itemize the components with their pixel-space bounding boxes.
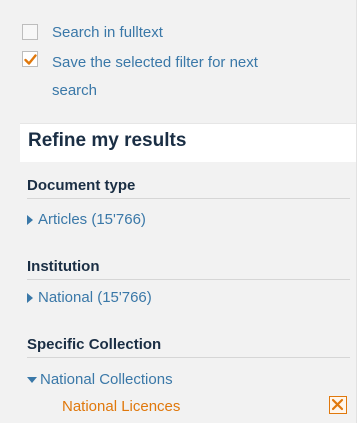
filter-sidebar: Search in fulltext Save the selected fil… — [0, 0, 357, 423]
triangle-down-icon — [27, 376, 37, 383]
facet-item-national-collections-label[interactable]: National Collections — [40, 371, 173, 388]
remove-filter-button[interactable] — [329, 396, 347, 414]
close-icon — [331, 398, 344, 411]
facet-item-national-collections[interactable]: National Collections — [27, 371, 173, 388]
divider — [27, 357, 350, 358]
save-filter-label-line2: search — [52, 82, 98, 99]
facet-title-document-type: Document type — [27, 177, 136, 194]
refine-header: Refine my results — [20, 123, 356, 162]
triangle-right-icon — [27, 214, 33, 225]
divider — [27, 198, 350, 199]
facet-item-articles[interactable]: Articles (15'766) — [27, 211, 146, 228]
refine-title: Refine my results — [28, 130, 187, 151]
facet-title-institution: Institution — [27, 258, 100, 275]
save-filter-option[interactable]: Save the selected filter for next search — [22, 49, 322, 105]
active-facet-national-licences[interactable]: National Licences — [62, 398, 180, 415]
fulltext-option[interactable]: Search in fulltext — [22, 22, 163, 44]
triangle-right-icon — [27, 292, 33, 303]
facet-item-articles-label[interactable]: Articles (15'766) — [38, 211, 146, 228]
checkmark-icon — [24, 54, 37, 65]
save-filter-checkbox[interactable] — [22, 51, 38, 67]
facet-item-national[interactable]: National (15'766) — [27, 289, 152, 306]
facet-item-national-label[interactable]: National (15'766) — [38, 289, 152, 306]
fulltext-checkbox[interactable] — [22, 24, 38, 40]
divider — [27, 279, 350, 280]
facet-title-specific-collection: Specific Collection — [27, 336, 162, 353]
save-filter-label-line1: Save the selected filter for next — [52, 54, 258, 71]
save-filter-label[interactable]: Save the selected filter for next search — [52, 49, 258, 105]
fulltext-label[interactable]: Search in fulltext — [52, 22, 163, 44]
